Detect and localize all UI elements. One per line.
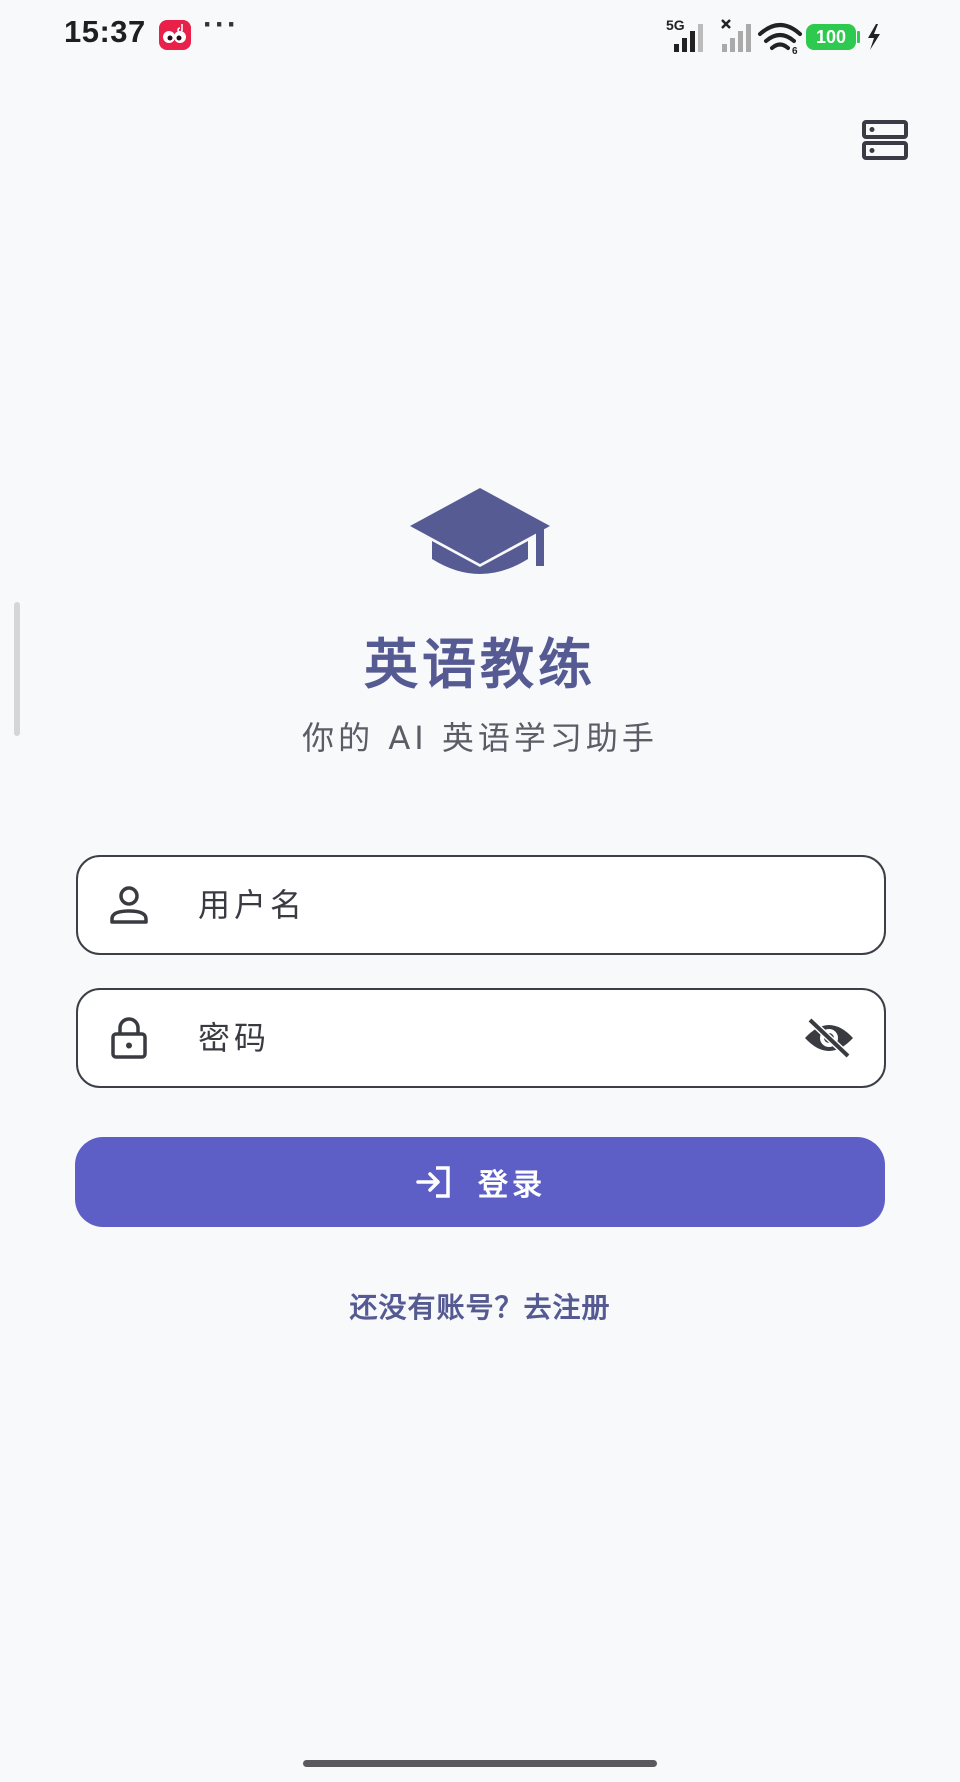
register-link[interactable]: 还没有账号？去注册: [0, 1286, 960, 1326]
home-indicator[interactable]: [303, 1760, 657, 1767]
status-time: 15:37: [64, 14, 146, 49]
network-type-label: 5G: [666, 17, 685, 33]
battery-icon: 100: [806, 24, 860, 50]
more-notifications: ···: [203, 8, 239, 41]
status-bar: 15:37 ··· 5G 6 100: [0, 0, 960, 72]
app-subtitle: 你的 AI 英语学习助手: [302, 719, 658, 757]
login-arrow-icon: [416, 1166, 450, 1198]
person-icon: [110, 886, 148, 924]
username-field[interactable]: [76, 855, 886, 955]
charging-icon: [868, 24, 880, 50]
server-settings-button[interactable]: [860, 118, 910, 162]
password-input[interactable]: [198, 990, 758, 1086]
login-button-label: 登录: [478, 1168, 546, 1203]
graduation-cap-icon: [410, 488, 550, 574]
signal-no-service-icon: [721, 19, 751, 52]
wifi-badge: 6: [792, 46, 798, 56]
login-button[interactable]: 登录: [75, 1137, 885, 1227]
password-field[interactable]: [76, 988, 886, 1088]
eye-off-icon[interactable]: [802, 1014, 856, 1062]
app-title: 英语教练: [364, 633, 596, 696]
lock-icon: [111, 1017, 147, 1059]
battery-level: 100: [816, 27, 846, 47]
server-icon: [862, 120, 908, 160]
scroll-indicator: [14, 602, 20, 736]
app-notification-icon: [159, 20, 191, 50]
username-input[interactable]: [198, 857, 758, 953]
status-indicators: 5G 6 100: [666, 17, 880, 56]
wifi-icon: [758, 23, 802, 50]
